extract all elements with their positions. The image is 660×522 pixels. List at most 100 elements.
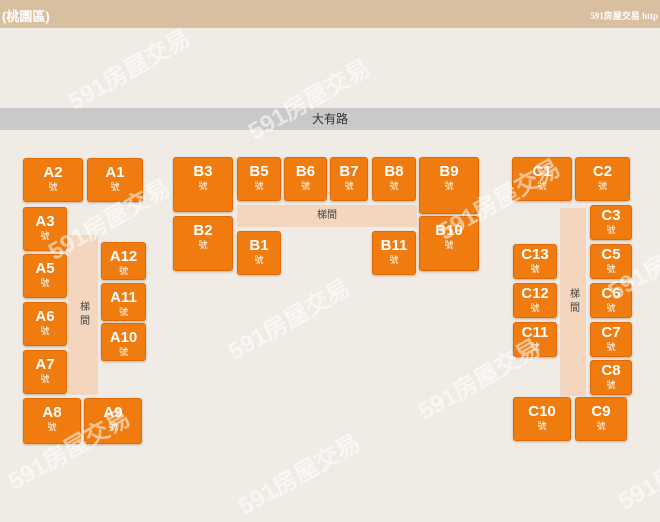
stall-c11[interactable]: C11 號	[513, 322, 557, 357]
stall-c8[interactable]: C8 號	[590, 360, 632, 395]
stall-b2[interactable]: B2 號	[173, 216, 233, 271]
stall-suffix: 號	[40, 374, 50, 384]
stairwell-area: 梯間	[560, 208, 586, 396]
watermark: 591房屋交易	[223, 274, 356, 366]
stall-code: A6	[35, 308, 55, 325]
stall-b8[interactable]: B8 號	[372, 157, 416, 201]
stall-code: C7	[601, 324, 621, 341]
stall-code: B7	[339, 163, 359, 180]
stall-suffix: 號	[537, 421, 547, 431]
stall-suffix: 號	[444, 181, 454, 191]
stall-code: A10	[109, 329, 138, 346]
stall-code: A12	[109, 248, 138, 265]
stall-code: C6	[601, 285, 621, 302]
stall-code: A9	[103, 404, 123, 421]
stall-a8[interactable]: A8 號	[23, 398, 81, 444]
stall-a1[interactable]: A1 號	[87, 158, 143, 202]
stairwell-area: 梯間	[237, 205, 417, 227]
stall-suffix: 號	[606, 264, 616, 274]
stall-suffix: 號	[606, 225, 616, 235]
stall-suffix: 號	[606, 342, 616, 352]
stall-code: A8	[42, 404, 62, 421]
stall-suffix: 號	[444, 240, 454, 250]
stall-c1[interactable]: C1 號	[512, 157, 572, 201]
stall-b7[interactable]: B7 號	[330, 157, 368, 201]
stall-a5[interactable]: A5 號	[23, 254, 67, 298]
stall-c9[interactable]: C9 號	[575, 397, 627, 441]
stall-c6[interactable]: C6 號	[590, 283, 632, 318]
stall-code: B5	[249, 163, 269, 180]
stall-c5[interactable]: C5 號	[590, 244, 632, 279]
stall-code: A7	[35, 356, 55, 373]
page-title: (桃園區)	[2, 9, 50, 24]
stall-suffix: 號	[47, 422, 57, 432]
stall-suffix: 號	[389, 255, 399, 265]
stall-a7[interactable]: A7 號	[23, 350, 67, 394]
stall-code: C10	[528, 403, 556, 420]
stall-code: B3	[193, 163, 213, 180]
watermark: 591房屋交易	[233, 429, 366, 521]
road-label: 大有路	[0, 108, 660, 130]
stall-b5[interactable]: B5 號	[237, 157, 281, 201]
stall-c2[interactable]: C2 號	[575, 157, 630, 201]
stall-a3[interactable]: A3 號	[23, 207, 67, 251]
stall-code: B1	[249, 237, 269, 254]
stall-b11[interactable]: B11 號	[372, 231, 416, 275]
stall-code: A11	[110, 289, 137, 306]
stall-b1[interactable]: B1 號	[237, 231, 281, 275]
stall-a12[interactable]: A12 號	[101, 242, 146, 280]
stall-suffix: 號	[537, 181, 547, 191]
stall-suffix: 號	[254, 255, 264, 265]
stall-a9[interactable]: A9 號	[84, 398, 142, 444]
top-bar: (桃園區) 591房屋交易 http	[0, 0, 660, 28]
stall-suffix: 號	[198, 181, 208, 191]
stall-suffix: 號	[118, 347, 128, 357]
stall-suffix: 號	[389, 181, 399, 191]
stall-suffix: 號	[198, 240, 208, 250]
stall-a11[interactable]: A11 號	[101, 283, 146, 321]
stall-code: B10	[435, 222, 463, 239]
stall-c7[interactable]: C7 號	[590, 322, 632, 357]
stall-b9[interactable]: B9 號	[419, 157, 479, 214]
stall-code: B8	[384, 163, 404, 180]
stall-code: C5	[601, 246, 621, 263]
stall-suffix: 號	[606, 303, 616, 313]
stall-b6[interactable]: B6 號	[284, 157, 327, 201]
stall-suffix: 號	[110, 182, 120, 192]
stall-code: C13	[521, 246, 549, 263]
stall-suffix: 號	[40, 278, 50, 288]
stall-suffix: 號	[108, 422, 118, 432]
stall-c3[interactable]: C3 號	[590, 205, 632, 240]
stall-code: B6	[295, 163, 316, 180]
stall-suffix: 號	[606, 380, 616, 390]
stall-suffix: 號	[596, 421, 606, 431]
stall-suffix: 號	[530, 303, 540, 313]
stall-code: C8	[601, 362, 621, 379]
stall-a6[interactable]: A6 號	[23, 302, 67, 346]
stall-code: C12	[521, 285, 549, 302]
stall-a2[interactable]: A2 號	[23, 158, 83, 202]
stall-suffix: 號	[40, 231, 50, 241]
stall-code: C3	[601, 207, 621, 224]
stall-b10[interactable]: B10 號	[419, 216, 479, 271]
stall-code: A2	[43, 164, 63, 181]
stall-code: C2	[592, 163, 613, 180]
stall-b3[interactable]: B3 號	[173, 157, 233, 212]
stall-code: A3	[35, 213, 55, 230]
stall-suffix: 號	[118, 266, 128, 276]
stall-c12[interactable]: C12 號	[513, 283, 557, 318]
stall-code: A5	[35, 260, 55, 277]
stall-code: A1	[105, 164, 125, 181]
stall-suffix: 號	[344, 181, 354, 191]
stall-code: B2	[193, 222, 213, 239]
stall-suffix: 號	[530, 342, 540, 352]
brand-link[interactable]: 591房屋交易 http	[590, 9, 658, 22]
stall-c13[interactable]: C13 號	[513, 244, 557, 279]
stall-c10[interactable]: C10 號	[513, 397, 571, 441]
stall-code: B9	[439, 163, 459, 180]
stairwell-area: 梯間	[68, 235, 98, 395]
watermark: 591房屋交易	[243, 54, 376, 146]
stall-suffix: 號	[118, 307, 128, 317]
stall-suffix: 號	[254, 181, 264, 191]
stall-a10[interactable]: A10 號	[101, 323, 146, 361]
